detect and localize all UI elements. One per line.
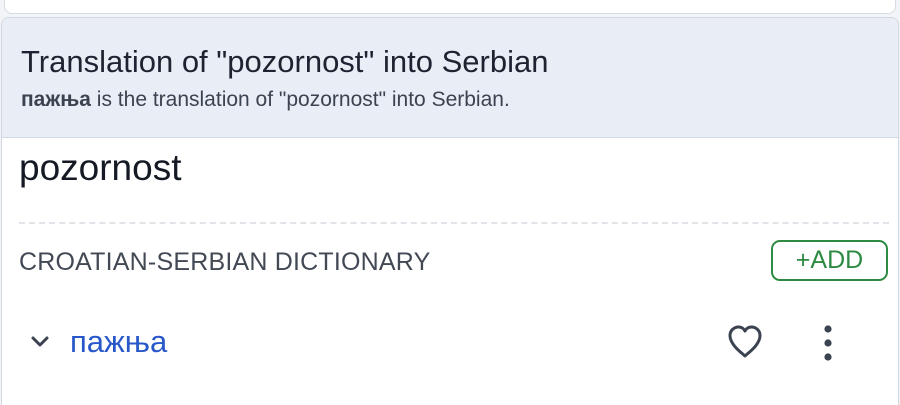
translation-row[interactable]: пажња — [0, 315, 896, 371]
dictionary-label: CROATIAN-SERBIAN DICTIONARY — [19, 248, 431, 276]
more-vertical-icon[interactable] — [815, 323, 841, 363]
page: Translation of "pozornost" into Serbian … — [0, 0, 900, 405]
previous-card — [4, 0, 896, 14]
translation-title: Translation of "pozornost" into Serbian — [21, 44, 549, 79]
summary-text: is the translation of "pozornost" into S… — [90, 88, 510, 111]
add-translation-button[interactable]: +ADD — [771, 240, 888, 281]
dashed-divider — [19, 222, 889, 224]
translation-term-link[interactable]: пажња — [70, 323, 167, 361]
translation-summary: пажња is the translation of "pozornost" … — [21, 87, 898, 112]
heart-icon[interactable] — [726, 324, 764, 360]
summary-term: пажња — [21, 88, 91, 111]
translation-header: Translation of "pozornost" into Serbian … — [2, 18, 898, 138]
source-word: pozornost — [19, 147, 182, 188]
chevron-down-icon[interactable] — [30, 335, 50, 349]
